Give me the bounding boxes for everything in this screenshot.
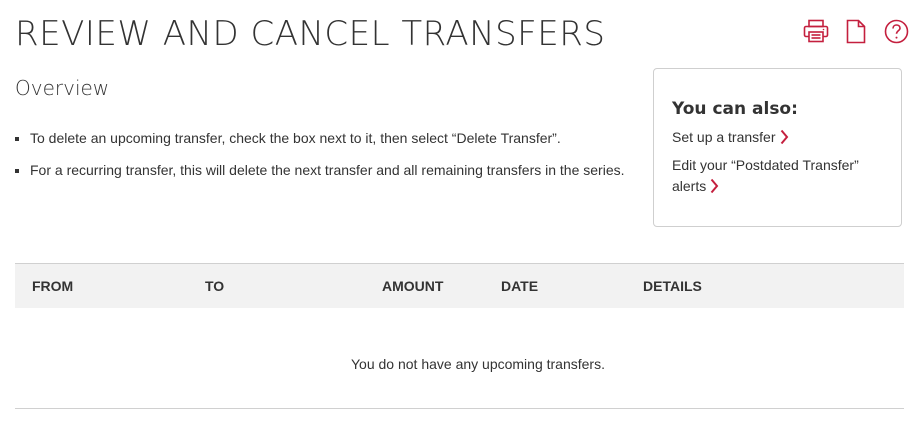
print-icon[interactable] bbox=[802, 17, 830, 45]
column-header-date: DATE bbox=[501, 278, 539, 294]
overview-heading: Overview bbox=[15, 76, 110, 100]
empty-state-row: You do not have any upcoming transfers. bbox=[15, 308, 904, 409]
bullet-icon bbox=[15, 169, 19, 173]
list-item: For a recurring transfer, this will dele… bbox=[15, 160, 625, 180]
help-icon[interactable] bbox=[882, 17, 910, 45]
header-icons bbox=[802, 17, 910, 45]
you-can-also-panel: You can also: Set up a transfer Edit you… bbox=[653, 68, 902, 227]
column-header-amount: AMOUNT bbox=[382, 278, 444, 294]
document-icon[interactable] bbox=[842, 17, 870, 45]
column-header-details: DETAILS bbox=[643, 278, 702, 294]
empty-state-message: You do not have any upcoming transfers. bbox=[351, 356, 605, 372]
bullet-icon bbox=[15, 137, 19, 141]
set-up-transfer-link[interactable]: Set up a transfer bbox=[672, 127, 883, 151]
table-header: FROM TO AMOUNT DATE DETAILS bbox=[15, 263, 904, 308]
column-header-to: TO bbox=[205, 278, 225, 294]
edit-postdated-alerts-link[interactable]: Edit your “Postdated Transfer” alerts bbox=[672, 155, 872, 200]
overview-item-text: To delete an upcoming transfer, check th… bbox=[30, 130, 561, 146]
page-title: REVIEW AND CANCEL TRANSFERS bbox=[15, 14, 606, 54]
list-item: To delete an upcoming transfer, check th… bbox=[15, 128, 625, 148]
transfers-table: FROM TO AMOUNT DATE DETAILS You do not h… bbox=[15, 263, 904, 409]
chevron-right-icon bbox=[780, 129, 789, 151]
link-label: Set up a transfer bbox=[672, 129, 776, 145]
link-label: Edit your “Postdated Transfer” alerts bbox=[672, 157, 859, 194]
chevron-right-icon bbox=[710, 178, 719, 200]
column-header-from: FROM bbox=[32, 278, 74, 294]
aside-title: You can also: bbox=[672, 99, 798, 119]
overview-list: To delete an upcoming transfer, check th… bbox=[15, 128, 625, 192]
overview-item-text: For a recurring transfer, this will dele… bbox=[30, 162, 625, 178]
page: REVIEW AND CANCEL TRANSFERS Overview To … bbox=[0, 0, 919, 438]
